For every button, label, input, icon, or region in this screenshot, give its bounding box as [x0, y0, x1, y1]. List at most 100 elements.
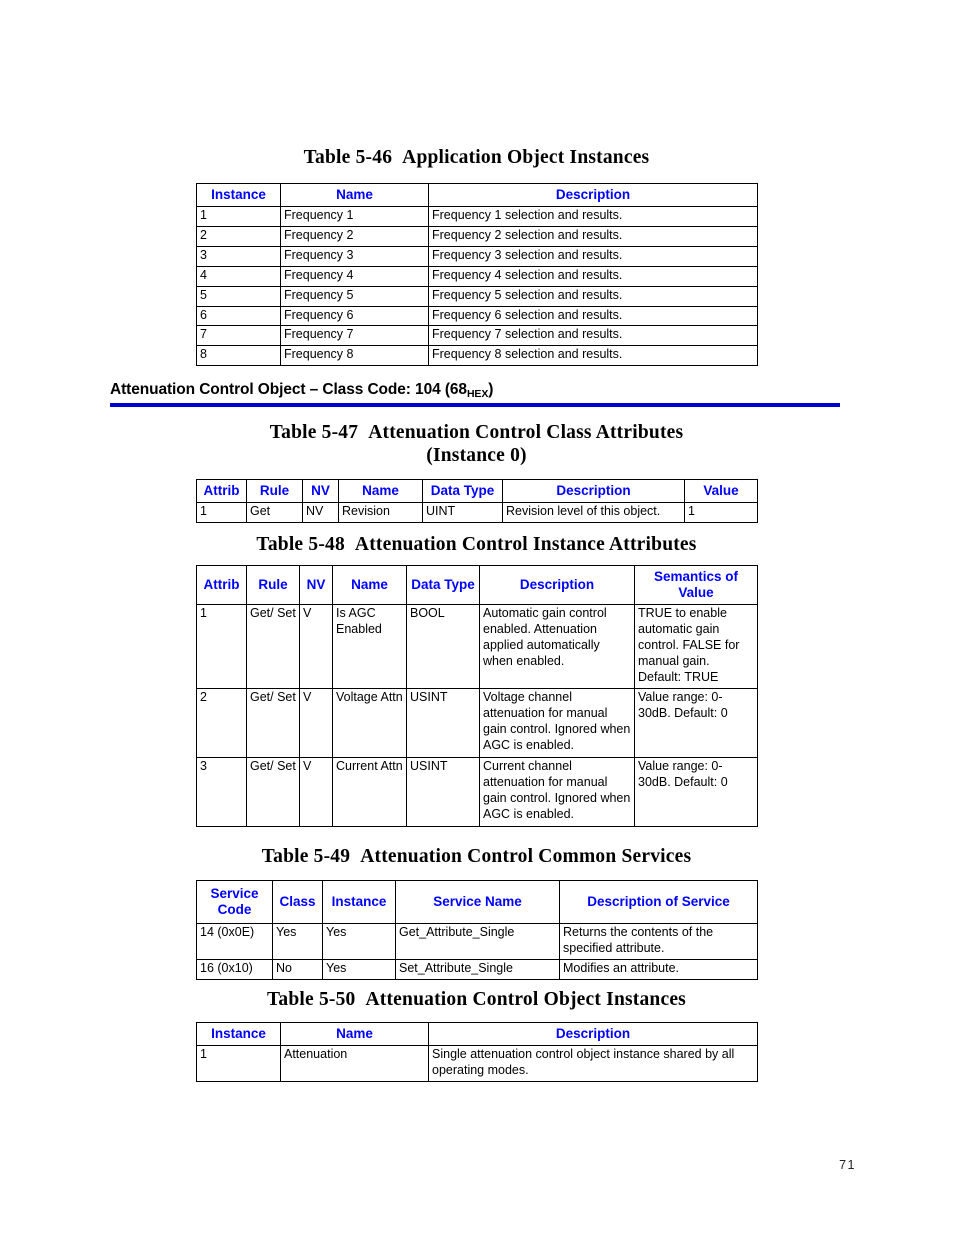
table-5-46-caption-number: Table 5-46	[303, 147, 393, 168]
cell-instance: 1	[196, 1045, 281, 1083]
column-header-rule: Rule	[246, 478, 303, 504]
cell-instance: 8	[196, 345, 281, 367]
table-5-48: Attrib Rule NV Name Data Type Descriptio…	[196, 564, 758, 828]
table-row: 1 Get/ Set V Is AGC Enabled BOOL Automat…	[196, 604, 758, 690]
cell-description: Single attenuation control object instan…	[428, 1045, 758, 1083]
cell-attrib: 2	[196, 688, 247, 759]
cell-data-type: UINT	[422, 502, 503, 524]
cell-semantics-of-value: TRUE to enable automatic gain control. F…	[634, 604, 758, 690]
cell-instance: Yes	[322, 958, 396, 980]
cell-description-of-service: Returns the contents of the specified at…	[559, 923, 758, 960]
table-row: 6 Frequency 6 Frequency 6 selection and …	[196, 305, 758, 327]
table-5-47-caption-number: Table 5-47	[269, 422, 359, 443]
cell-service-code: 16 (0x10)	[196, 958, 273, 980]
column-header-service-code: Service Code	[196, 880, 273, 924]
column-header-description: Description	[502, 478, 685, 504]
table-row: 1 Frequency 1 Frequency 1 selection and …	[196, 206, 758, 228]
cell-instance: 1	[196, 206, 281, 228]
cell-description: Frequency 6 selection and results.	[428, 305, 758, 327]
cell-nv: V	[299, 757, 333, 828]
cell-value: 1	[684, 502, 758, 524]
cell-name: Frequency 7	[280, 325, 429, 347]
table-header-row: Instance Name Description	[196, 1021, 758, 1047]
table-row: 14 (0x0E) Yes Yes Get_Attribute_Single R…	[196, 923, 758, 960]
table-5-50-caption-number: Table 5-50	[267, 989, 356, 1010]
table-5-48-caption: Table 5-48 Attenuation Control Instance A…	[196, 533, 757, 556]
page-number: 71	[839, 1158, 856, 1172]
cell-description: Frequency 1 selection and results.	[428, 206, 758, 228]
cell-description: Frequency 8 selection and results.	[428, 345, 758, 367]
table-row: 2 Get/ Set V Voltage Attn USINT Voltage …	[196, 688, 758, 759]
cell-instance: 6	[196, 305, 281, 327]
column-header-semantics-of-value: Semantics of Value	[634, 564, 758, 606]
cell-data-type: BOOL	[406, 604, 480, 690]
column-header-instance: Instance	[196, 1021, 281, 1047]
table-5-49: Service Code Class Instance Service Name…	[196, 880, 758, 980]
column-header-data-type: Data Type	[406, 564, 480, 606]
table-row: 3 Frequency 3 Frequency 3 selection and …	[196, 245, 758, 267]
document-page: Table 5-46 Application Object Instances I…	[0, 0, 954, 1235]
column-header-description: Description	[428, 1021, 758, 1047]
table-row: 3 Get/ Set V Current Attn USINT Current …	[196, 757, 758, 828]
column-header-value: Value	[684, 478, 758, 504]
cell-name: Frequency 6	[280, 305, 429, 327]
cell-description: Frequency 7 selection and results.	[428, 325, 758, 347]
cell-description: Frequency 2 selection and results.	[428, 226, 758, 247]
table-5-49-caption: Table 5-49 Attenuation Control Common Ser…	[196, 845, 757, 868]
table-5-49-caption-number: Table 5-49	[261, 846, 351, 867]
column-header-name: Name	[280, 182, 429, 208]
section-heading: Attenuation Control Object – Class Code:…	[110, 381, 840, 400]
column-header-data-type: Data Type	[422, 478, 503, 504]
cell-rule: Get	[246, 502, 303, 524]
table-5-47-caption: Table 5-47 Attenuation Control Class Attr…	[196, 421, 757, 467]
table-header-row: Attrib Rule NV Name Data Type Descriptio…	[196, 478, 758, 504]
table-5-47-caption-line2: (Instance 0)	[426, 445, 527, 466]
column-header-rule: Rule	[246, 564, 300, 606]
cell-semantics-of-value: Value range: 0-30dB. Default: 0	[634, 757, 758, 828]
section-heading-suffix: )	[488, 381, 494, 398]
table-header-row: Instance Name Description	[196, 182, 758, 208]
section-heading-subscript: HEX	[466, 388, 489, 400]
cell-description: Revision level of this object.	[502, 502, 685, 524]
table-row: 4 Frequency 4 Frequency 4 selection and …	[196, 265, 758, 287]
cell-instance: 5	[196, 285, 281, 307]
cell-name: Frequency 2	[280, 226, 429, 247]
cell-data-type: USINT	[406, 757, 480, 828]
cell-class: No	[272, 958, 323, 980]
cell-semantics-of-value: Value range: 0-30dB. Default: 0	[634, 688, 758, 759]
column-header-nv: NV	[299, 564, 333, 606]
table-5-47-caption-title: Attenuation Control Class Attributes	[368, 422, 684, 443]
table-5-50: Instance Name Description 1 Attenuation …	[196, 1021, 758, 1083]
cell-instance: 2	[196, 226, 281, 247]
cell-service-code: 14 (0x0E)	[196, 923, 273, 960]
table-row: 2 Frequency 2 Frequency 2 selection and …	[196, 226, 758, 247]
cell-attrib: 3	[196, 757, 247, 828]
column-header-description: Description	[479, 564, 635, 606]
cell-nv: V	[299, 604, 333, 690]
cell-name: Frequency 1	[280, 206, 429, 228]
cell-class: Yes	[272, 923, 323, 960]
cell-name: Voltage Attn	[332, 688, 407, 759]
cell-instance: Yes	[322, 923, 396, 960]
column-header-name: Name	[332, 564, 407, 606]
cell-nv: NV	[302, 502, 339, 524]
column-header-attrib: Attrib	[196, 478, 247, 504]
table-5-46: Instance Name Description 1 Frequency 1 …	[196, 182, 758, 367]
cell-instance: 4	[196, 265, 281, 287]
cell-rule: Get/ Set	[246, 757, 300, 828]
column-header-instance: Instance	[196, 182, 281, 208]
cell-name: Frequency 4	[280, 265, 429, 287]
table-row: 8 Frequency 8 Frequency 8 selection and …	[196, 345, 758, 367]
table-5-46-caption: Table 5-46 Application Object Instances	[196, 146, 757, 169]
column-header-nv: NV	[302, 478, 339, 504]
cell-service-name: Get_Attribute_Single	[395, 923, 560, 960]
column-header-instance: Instance	[322, 880, 396, 924]
cell-rule: Get/ Set	[246, 604, 300, 690]
cell-data-type: USINT	[406, 688, 480, 759]
table-header-row: Service Code Class Instance Service Name…	[196, 880, 758, 924]
cell-instance: 3	[196, 245, 281, 267]
column-header-class: Class	[272, 880, 323, 924]
table-5-48-caption-number: Table 5-48	[256, 534, 345, 555]
cell-rule: Get/ Set	[246, 688, 300, 759]
cell-name: Attenuation	[280, 1045, 429, 1083]
